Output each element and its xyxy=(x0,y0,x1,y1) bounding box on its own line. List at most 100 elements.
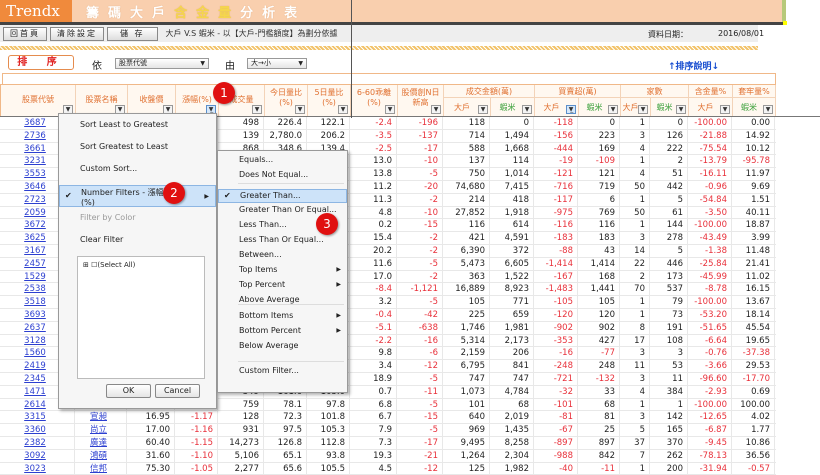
number-filter-option[interactable]: Top Percent ▶ xyxy=(218,279,347,291)
filter-dropdown-icon[interactable]: ▼ xyxy=(676,105,686,114)
filter-dropdown-icon[interactable]: ▼ xyxy=(338,105,348,114)
table-cell: -0.76 xyxy=(688,347,732,361)
table-cell: -1.10 xyxy=(175,449,218,463)
table-cell: -1.17 xyxy=(175,411,218,425)
stock-code-link[interactable]: 3092 xyxy=(0,449,75,463)
table-cell: 45.54 xyxy=(732,321,775,335)
table-cell: 105.3 xyxy=(307,424,350,437)
table-cell: -75.54 xyxy=(688,142,732,156)
table-row: 2382 廣達 60.40 -1.15 14,273 126.8 112.8 7.3 -17 9,… xyxy=(0,436,776,450)
table-cell: -0.57 xyxy=(732,462,775,475)
table-cell: 60.40 xyxy=(127,436,175,450)
table-cell: 116 xyxy=(443,219,490,233)
sort-order-select[interactable]: 大→小 ▼ xyxy=(247,58,307,69)
submenu-arrow-icon: ▶ xyxy=(336,312,341,319)
table-cell: 5,106 xyxy=(218,449,264,463)
stock-code-link[interactable]: 3023 xyxy=(0,462,75,475)
number-filter-option[interactable]: Greater Than... ✔ xyxy=(218,189,347,203)
cancel-button[interactable]: Cancel xyxy=(155,384,200,398)
filter-dropdown-icon[interactable]: ▼ xyxy=(431,105,441,114)
option-label: Equals... xyxy=(239,155,274,164)
submenu-arrow-icon: ▶ xyxy=(336,266,341,273)
stock-name-link[interactable]: 鴻碩 xyxy=(75,449,127,463)
pane-splitter[interactable] xyxy=(351,0,352,118)
menu-separator xyxy=(238,183,344,184)
table-cell: -109 xyxy=(578,155,620,169)
title-char: 含 xyxy=(174,6,197,21)
column-header-label: 大戶 xyxy=(543,103,560,112)
sort-order-label: 由 xyxy=(225,61,235,72)
column-group-header: 家數 xyxy=(621,85,689,98)
table-cell: 370 xyxy=(650,436,688,450)
number-filter-option[interactable]: Equals... xyxy=(218,154,347,166)
filter-value-list[interactable]: ⊞ ☐(Select All) xyxy=(77,256,205,379)
sort-help-link[interactable]: ↑排序說明↓ xyxy=(668,59,719,72)
table-cell: 2 xyxy=(650,155,688,169)
number-filter-option[interactable]: Does Not Equal... xyxy=(218,169,347,181)
filter-dropdown-icon[interactable]: ▼ xyxy=(295,105,305,114)
home-button[interactable]: 回首頁 xyxy=(3,26,47,41)
table-cell: 2 xyxy=(620,270,650,284)
sort-field-select[interactable]: 股票代號 ▼ xyxy=(115,58,209,69)
number-filter-option[interactable]: Below Average xyxy=(218,340,347,352)
stock-code-link[interactable]: 2382 xyxy=(0,436,75,450)
table-cell: -100.00 xyxy=(688,398,732,412)
table-cell: 759 xyxy=(218,398,264,412)
table-cell: 640 xyxy=(443,411,490,425)
sort-desc-item[interactable]: Sort Greatest to Least xyxy=(59,142,216,151)
table-cell: 0 xyxy=(578,117,620,130)
stock-name-link[interactable]: 廣達 xyxy=(75,436,127,450)
custom-sort-item[interactable]: Custom Sort... xyxy=(59,164,216,173)
filter-menu: Sort Least to Greatest Sort Greatest to … xyxy=(58,113,217,409)
filter-dropdown-icon[interactable]: ▼ xyxy=(763,105,773,114)
ok-button[interactable]: OK xyxy=(106,384,151,398)
number-filters-submenu: Equals... Does Not Equal... Greater Than..… xyxy=(217,150,348,393)
number-filter-option[interactable]: Less Than Or Equal... xyxy=(218,234,347,246)
filter-dropdown-icon[interactable]: ▼ xyxy=(522,105,532,114)
table-row: 3315 宣昶 16.95 -1.17 128 72.3 101.8 6.7 -15 640 2,0… xyxy=(0,411,776,425)
number-filter-option[interactable]: Bottom Percent ▶ xyxy=(218,325,347,337)
sort-asc-item[interactable]: Sort Least to Greatest xyxy=(59,120,216,129)
filter-dropdown-icon[interactable]: ▼ xyxy=(638,105,648,114)
stock-name-link[interactable]: 宣昶 xyxy=(75,411,127,425)
stock-code-link[interactable]: 3360 xyxy=(0,424,75,437)
clear-settings-button[interactable]: 清除設定 xyxy=(50,26,104,41)
number-filter-option[interactable]: Between... xyxy=(218,249,347,261)
filter-dropdown-icon[interactable]: ▼ xyxy=(478,105,488,114)
number-filter-option[interactable]: Custom Filter... xyxy=(218,365,347,377)
table-cell: 9.69 xyxy=(732,180,775,194)
table-cell: -721 xyxy=(534,372,578,386)
table-cell: 614 xyxy=(490,219,534,233)
save-button[interactable]: 儲 存 xyxy=(107,26,158,41)
table-cell: -51.65 xyxy=(688,321,732,335)
number-filter-option[interactable]: Above Average xyxy=(218,294,347,306)
clear-filter-item[interactable]: Clear Filter xyxy=(59,235,216,244)
table-cell: 1,014 xyxy=(490,168,534,181)
table-cell: -11 xyxy=(397,385,443,399)
filter-dropdown-icon[interactable]: ▼̲ xyxy=(566,105,576,114)
filter-dropdown-icon[interactable]: ▼ xyxy=(608,105,618,114)
table-cell: 72.3 xyxy=(264,411,307,425)
select-all-checkbox[interactable]: ⊞ ☐(Select All) xyxy=(83,261,135,269)
table-cell: -2.2 xyxy=(350,334,397,348)
table-cell: 5 xyxy=(620,424,650,437)
stock-code-link[interactable]: 3315 xyxy=(0,411,75,425)
number-filter-option[interactable]: Top Items ▶ xyxy=(218,264,347,276)
table-cell: 1,494 xyxy=(490,129,534,143)
table-cell: 125 xyxy=(443,462,490,475)
number-filter-option[interactable]: Bottom Items ▶ xyxy=(218,310,347,322)
table-cell: 21.41 xyxy=(732,257,775,271)
stock-name-link[interactable]: 信邦 xyxy=(75,462,127,475)
sort-button[interactable]: 排 序 xyxy=(8,55,74,70)
table-cell: -6.64 xyxy=(688,334,732,348)
column-header: 股票代號 ▼ xyxy=(1,85,76,116)
stock-name-link[interactable]: 尚立 xyxy=(75,424,127,437)
table-cell: -10 xyxy=(397,206,443,220)
filter-dropdown-icon[interactable]: ▼ xyxy=(720,105,730,114)
filter-dropdown-icon[interactable]: ▼ xyxy=(385,105,395,114)
number-filters-item[interactable]: ✔ Number Filters - 漲幅 (%) ▶ xyxy=(59,185,216,207)
filter-dropdown-icon[interactable]: ▼ xyxy=(252,105,262,114)
table-cell: 1 xyxy=(620,296,650,309)
table-cell: 36.56 xyxy=(732,449,775,463)
table-cell: -78.13 xyxy=(688,449,732,463)
